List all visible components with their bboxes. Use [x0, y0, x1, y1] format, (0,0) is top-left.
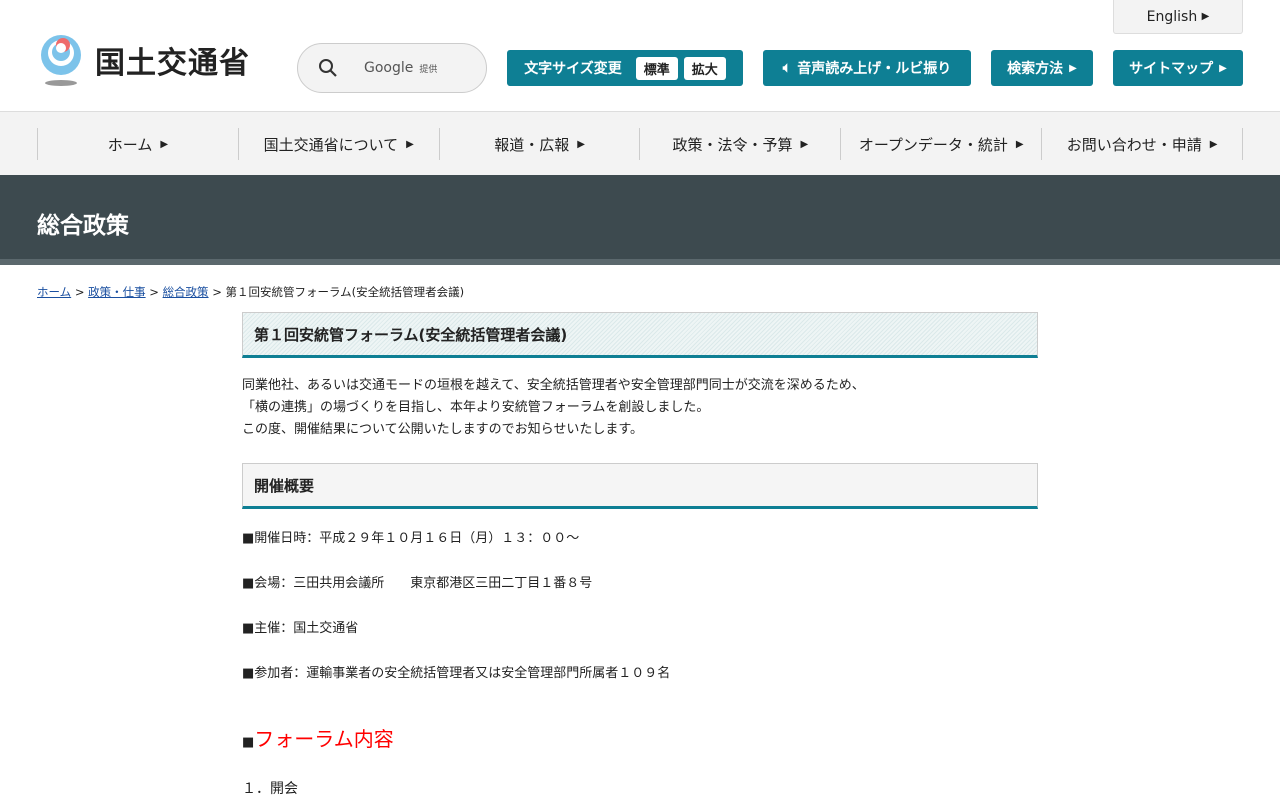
- nav-press[interactable]: 報道・広報 ▶: [438, 128, 640, 160]
- nav-about[interactable]: 国土交通省について ▶: [237, 128, 439, 160]
- font-size-control: 文字サイズ変更 標準 拡大: [507, 50, 743, 86]
- search-icon[interactable]: [318, 58, 338, 78]
- nav-home[interactable]: ホーム ▶: [37, 128, 238, 160]
- content-title: フォーラム内容: [254, 727, 394, 751]
- triangle-right-icon: ▶: [1069, 62, 1077, 74]
- site-logo[interactable]: 国土交通省: [37, 33, 250, 87]
- triangle-right-icon: ▶: [1015, 138, 1024, 150]
- nav-label: オープンデータ・統計: [858, 135, 1008, 154]
- overview-participants: ■参加者：運輸事業者の安全統括管理者又は安全管理部門所属者１０９名: [242, 666, 671, 681]
- bullet: ■: [242, 735, 255, 750]
- breadcrumb-sep: >: [74, 285, 85, 299]
- intro-line: この度、開催結果について公開いたしますのでお知らせいたします。: [242, 422, 644, 437]
- overview-venue: ■会場：三田共用会議所 東京都港区三田二丁目１番８号: [242, 576, 593, 591]
- triangle-right-icon: ▶: [800, 138, 809, 150]
- speech-label: 音声読み上げ・ルビ振り: [797, 61, 952, 77]
- font-large-button[interactable]: 拡大: [683, 56, 726, 80]
- intro-line: 同業他社、あるいは交通モードの垣根を越えて、安全統括管理者や安全管理部門同士が交…: [242, 378, 865, 393]
- search-provider: Google: [364, 60, 414, 76]
- triangle-right-icon: ▶: [1219, 62, 1227, 74]
- intro-line: 「横の連携」の場づくりを目指し、本年より安統管フォーラムを創設しました。: [242, 400, 710, 415]
- breadcrumb-home[interactable]: ホーム: [37, 285, 71, 299]
- nav-label: ホーム: [107, 135, 153, 154]
- breadcrumb-sep: >: [212, 285, 222, 299]
- search-method-button[interactable]: 検索方法 ▶: [991, 50, 1093, 86]
- mlit-logo-icon: [41, 35, 81, 86]
- triangle-right-icon: ▶: [1201, 11, 1210, 22]
- triangle-right-icon: ▶: [1209, 138, 1218, 150]
- font-standard-button[interactable]: 標準: [635, 56, 678, 80]
- program-item: １．開会: [242, 781, 298, 797]
- sitemap-label: サイトマップ: [1129, 61, 1214, 77]
- nav-label: 国土交通省について: [263, 135, 399, 154]
- content-heading: ■ フォーラム内容: [242, 723, 1038, 752]
- breadcrumb-general-policy[interactable]: 総合政策: [163, 285, 209, 299]
- nav-label: お問い合わせ・申請: [1066, 135, 1202, 154]
- overview-host: ■主催：国土交通省: [242, 621, 359, 636]
- speech-button[interactable]: 🔈︎ 音声読み上げ・ルビ振り: [763, 50, 971, 86]
- overview-heading: 開催概要: [242, 463, 1038, 509]
- search-box[interactable]: Google 提供: [297, 43, 487, 93]
- english-button[interactable]: English ▶: [1113, 0, 1243, 34]
- sitemap-button[interactable]: サイトマップ ▶: [1113, 50, 1243, 86]
- logo-text: 国土交通省: [95, 46, 250, 81]
- search-provider-suffix: 提供: [419, 64, 438, 75]
- section-banner: 総合政策: [0, 175, 1280, 265]
- breadcrumb-current: 第１回安統管フォーラム(安全統括管理者会議): [225, 285, 465, 299]
- main-content: 第１回安統管フォーラム(安全統括管理者会議) 同業他社、あるいは交通モードの垣根…: [242, 312, 1038, 798]
- speaker-icon: 🔈︎: [782, 60, 792, 76]
- global-nav: ホーム ▶ 国土交通省について ▶ 報道・広報 ▶ 政策・法令・予算 ▶ オープンデータ…: [0, 111, 1280, 175]
- section-title: 総合政策: [37, 213, 129, 239]
- intro-text: 同業他社、あるいは交通モードの垣根を越えて、安全統括管理者や安全管理部門同士が交…: [242, 375, 1038, 441]
- triangle-right-icon: ▶: [406, 138, 414, 150]
- triangle-right-icon: ▶: [577, 138, 585, 150]
- nav-policy[interactable]: 政策・法令・予算 ▶: [639, 128, 840, 160]
- breadcrumb: ホーム > 政策・仕事 > 総合政策 > 第１回安統管フォーラム(安全統括管理者…: [37, 284, 464, 300]
- breadcrumb-policy[interactable]: 政策・仕事: [88, 285, 146, 299]
- nav-label: 政策・法令・予算: [672, 135, 793, 154]
- page-title: 第１回安統管フォーラム(安全統括管理者会議): [242, 312, 1038, 358]
- nav-label: 報道・広報: [494, 135, 570, 154]
- nav-opendata[interactable]: オープンデータ・統計 ▶: [840, 128, 1041, 160]
- search-method-label: 検索方法: [1007, 61, 1064, 77]
- english-label: English: [1146, 8, 1198, 25]
- breadcrumb-sep: >: [149, 285, 159, 299]
- overview-date: ■開催日時：平成２９年１０月１６日（月）１３：００～: [242, 531, 580, 546]
- nav-contact[interactable]: お問い合わせ・申請 ▶: [1041, 128, 1243, 160]
- font-size-label: 文字サイズ変更: [524, 61, 622, 77]
- triangle-right-icon: ▶: [160, 138, 169, 150]
